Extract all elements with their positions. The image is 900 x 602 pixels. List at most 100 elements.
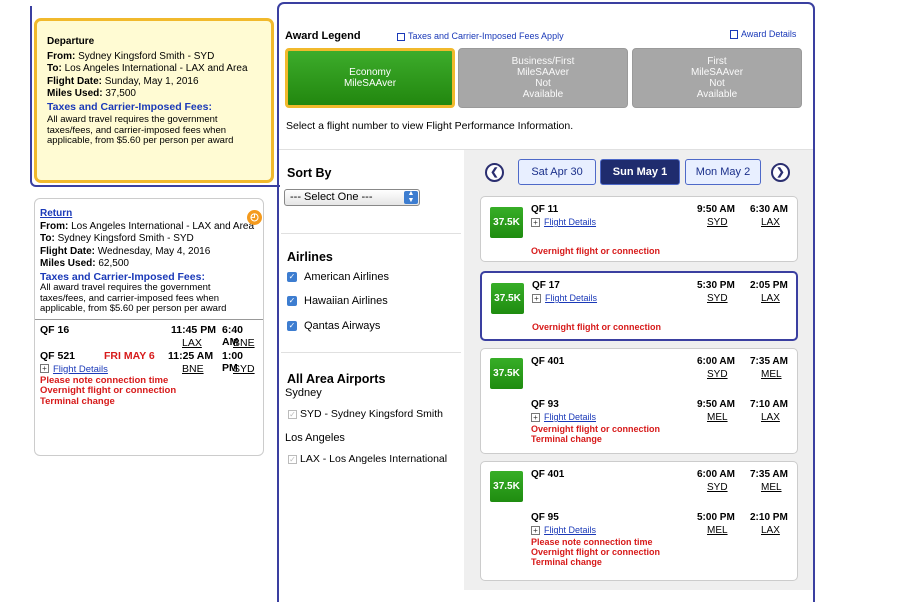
- arrive-time: 2:10 PM: [750, 512, 788, 523]
- departure-fees-title: Taxes and Carrier-Imposed Fees:: [47, 100, 212, 113]
- flight-details-link[interactable]: + Flight Details: [531, 412, 596, 423]
- miles-badge[interactable]: 37.5K: [490, 358, 523, 389]
- arrive-time: 7:10 AM: [750, 399, 788, 410]
- taxes-fees-link[interactable]: Taxes and Carrier-Imposed Fees Apply: [397, 31, 564, 41]
- flight-number[interactable]: QF 401: [531, 356, 564, 367]
- warning-text: Overnight flight or connection: [531, 246, 660, 256]
- airlines-title: Airlines: [287, 250, 333, 264]
- return-seg2-dep: 11:25 AM: [168, 349, 214, 362]
- return-warnings: Please note connection time Overnight fl…: [40, 374, 177, 407]
- airport-lax[interactable]: ✓ LAX - Los Angeles International: [288, 453, 447, 465]
- tax-icon: [397, 32, 405, 41]
- business-first-milesaaver-button[interactable]: Business/First MileSAAver Not Available: [458, 48, 628, 108]
- document-icon: [730, 30, 738, 40]
- departure-from: Sydney Kingsford Smith - SYD: [78, 50, 215, 62]
- date-next[interactable]: Mon May 2: [685, 159, 761, 185]
- warning-text: Overnight flight or connection: [531, 424, 660, 434]
- origin-airport: SYD: [707, 369, 728, 380]
- return-fees-text: All award travel requires the government…: [40, 282, 227, 314]
- warning-text: Terminal change: [531, 434, 602, 444]
- expand-icon: +: [532, 294, 541, 304]
- return-seg1-dep: 11:45 PM: [171, 323, 216, 336]
- arrive-time: 7:35 AM: [750, 356, 788, 367]
- miles-badge[interactable]: 37.5K: [490, 207, 523, 238]
- origin-airport: MEL: [707, 525, 728, 536]
- destination-airport: LAX: [761, 293, 780, 304]
- airline-hawaiian[interactable]: ✓ Hawaiian Airlines: [287, 295, 388, 307]
- warning-text: Overnight flight or connection: [532, 322, 661, 332]
- return-seg2-day: FRI MAY 6: [104, 349, 155, 362]
- departure-date: Sunday, May 1, 2016: [104, 75, 199, 87]
- return-link[interactable]: Return: [40, 208, 72, 219]
- flight-card-selected[interactable]: 37.5K QF 17 + Flight Details 5:30 PM 2:05…: [480, 271, 798, 341]
- return-seg1-flight: QF 16: [40, 323, 70, 336]
- airport-syd[interactable]: ✓ SYD - Sydney Kingsford Smith: [288, 408, 443, 420]
- return-miles: 62,500: [98, 258, 129, 269]
- departure-heading: Departure: [47, 36, 95, 47]
- checkbox-icon[interactable]: ✓: [287, 296, 297, 307]
- warning-text: Overnight flight or connection: [531, 547, 660, 557]
- expand-icon: +: [531, 218, 540, 228]
- date-current[interactable]: Sun May 1: [600, 159, 680, 185]
- return-date: Wednesday, May 4, 2016: [97, 245, 211, 257]
- instruction-text: Select a flight number to view Flight Pe…: [286, 120, 574, 132]
- clock-icon: ◴: [247, 210, 262, 225]
- depart-time: 9:50 AM: [697, 399, 735, 410]
- destination-airport: LAX: [761, 412, 780, 423]
- origin-airport: SYD: [707, 293, 728, 304]
- depart-time: 6:00 AM: [697, 469, 735, 480]
- flight-details-link[interactable]: + Flight Details: [532, 293, 597, 304]
- checkbox-icon[interactable]: ✓: [288, 454, 297, 464]
- city-sydney: Sydney: [285, 387, 322, 399]
- return-from: Los Angeles International - LAX and Area: [71, 220, 255, 232]
- return-seg1-from: LAX: [182, 336, 202, 349]
- flight-details-link[interactable]: + Flight Details: [531, 525, 596, 536]
- miles-badge[interactable]: 37.5K: [490, 471, 523, 502]
- departure-to: Los Angeles International - LAX and Area: [64, 63, 248, 74]
- expand-icon: +: [40, 364, 49, 374]
- depart-time: 9:50 AM: [697, 204, 735, 215]
- economy-milesaaver-button[interactable]: Economy MileSAAver: [285, 48, 455, 108]
- flight-number[interactable]: QF 93: [531, 399, 559, 410]
- departure-card: Departure From: Sydney Kingsford Smith -…: [34, 18, 274, 183]
- warning-text: Please note connection time: [531, 537, 653, 547]
- depart-time: 5:00 PM: [697, 512, 735, 523]
- next-date-arrow-icon[interactable]: ❯: [771, 163, 790, 182]
- flight-number[interactable]: QF 401: [531, 469, 564, 480]
- flight-card[interactable]: 37.5K QF 401 6:00 AM 7:35 AM SYD MEL QF …: [480, 348, 798, 454]
- checkbox-icon[interactable]: ✓: [287, 321, 297, 332]
- date-prev[interactable]: Sat Apr 30: [518, 159, 596, 185]
- airline-american[interactable]: ✓ American Airlines: [287, 271, 389, 283]
- destination-airport: LAX: [761, 217, 780, 228]
- checkbox-icon[interactable]: ✓: [287, 272, 297, 283]
- airline-qantas[interactable]: ✓ Qantas Airways: [287, 320, 380, 332]
- expand-icon: +: [531, 413, 540, 423]
- flight-number[interactable]: QF 17: [532, 280, 560, 291]
- flight-card[interactable]: 37.5K QF 401 6:00 AM 7:35 AM SYD MEL QF …: [480, 461, 798, 581]
- depart-time: 6:00 AM: [697, 356, 735, 367]
- city-los-angeles: Los Angeles: [285, 432, 345, 444]
- depart-time: 5:30 PM: [697, 280, 735, 291]
- arrive-time: 7:35 AM: [750, 469, 788, 480]
- award-details-link[interactable]: Award Details: [730, 29, 796, 40]
- return-to: Sydney Kingsford Smith - SYD: [57, 233, 194, 244]
- return-seg2-flight: QF 521: [40, 349, 76, 362]
- sort-by-select[interactable]: --- Select One --- ▲ ▼: [284, 189, 420, 206]
- first-milesaaver-button[interactable]: First MileSAAver Not Available: [632, 48, 802, 108]
- flight-details-link[interactable]: + Flight Details: [531, 217, 596, 228]
- arrive-time: 6:30 AM: [750, 204, 788, 215]
- prev-date-arrow-icon[interactable]: ❮: [485, 163, 504, 182]
- destination-airport: LAX: [761, 525, 780, 536]
- flight-number[interactable]: QF 95: [531, 512, 559, 523]
- award-legend-title: Award Legend: [285, 30, 361, 42]
- select-arrows-icon: ▲ ▼: [404, 190, 418, 204]
- arrive-time: 2:05 PM: [750, 280, 788, 291]
- expand-icon: +: [531, 526, 540, 536]
- destination-airport: MEL: [761, 482, 782, 493]
- flight-number[interactable]: QF 11: [531, 204, 558, 215]
- miles-badge[interactable]: 37.5K: [491, 283, 524, 314]
- flight-card[interactable]: 37.5K QF 11 + Flight Details 9:50 AM 6:30…: [480, 196, 798, 262]
- return-itinerary: QF 16 11:45 PM 6:40 AM LAX BNE QF 521 FR…: [40, 320, 259, 415]
- area-airports-title: All Area Airports: [287, 372, 386, 386]
- checkbox-icon[interactable]: ✓: [288, 409, 297, 419]
